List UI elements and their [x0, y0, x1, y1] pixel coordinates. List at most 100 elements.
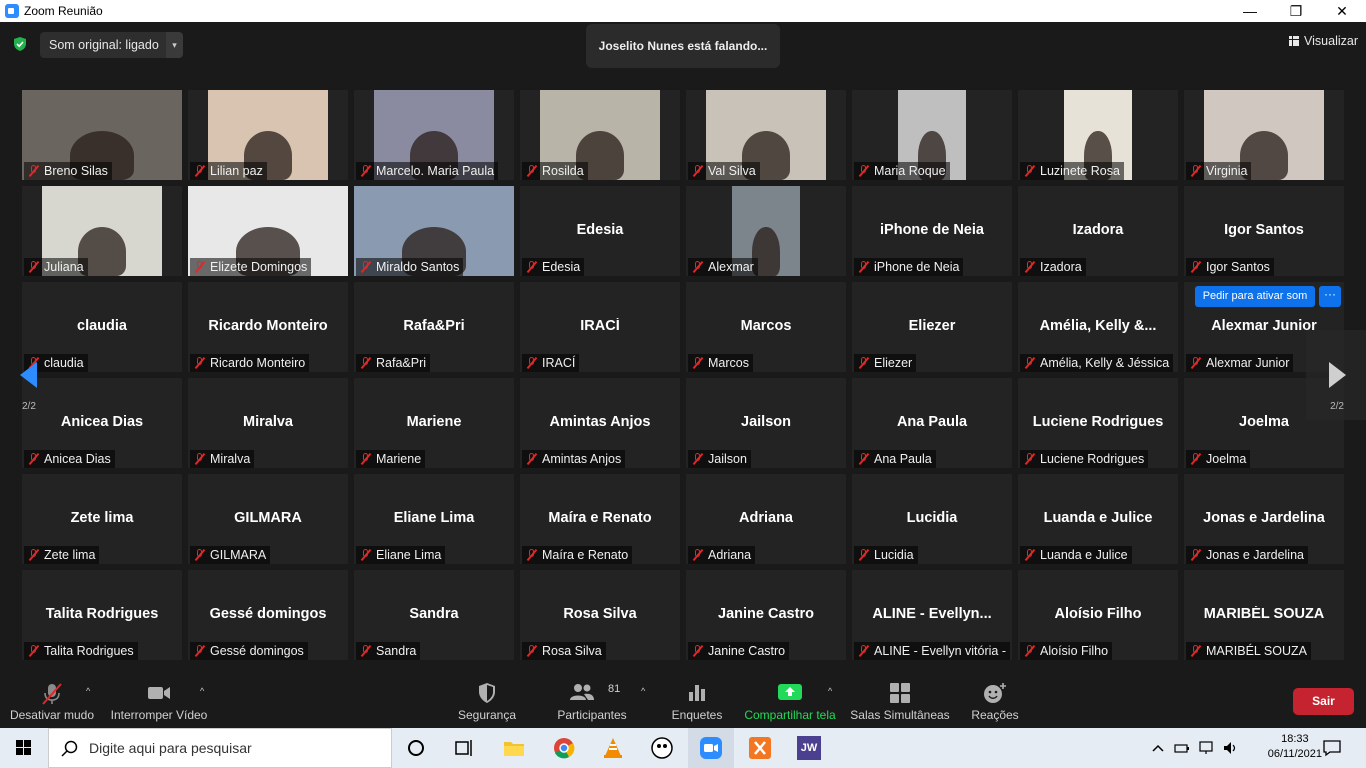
participant-tile[interactable]: Alexmar [686, 186, 846, 276]
participant-tile[interactable]: Lucidia Lucidia [852, 474, 1012, 564]
participant-tile[interactable]: Ricardo Monteiro Ricardo Monteiro [188, 282, 348, 372]
participant-tile[interactable]: Val Silva [686, 90, 846, 180]
participant-tile[interactable]: ALINE - Evellyn... ALINE - Evellyn vitóri… [852, 570, 1012, 660]
windows-start-icon[interactable] [0, 728, 48, 768]
participant-tile[interactable]: Janine Castro Janine Castro [686, 570, 846, 660]
participant-tile[interactable]: Talita Rodrigues Talita Rodrigues [22, 570, 182, 660]
taskbar-search-input[interactable]: Digite aqui para pesquisar [48, 728, 392, 768]
clock[interactable]: 18:33 06/11/2021 [1268, 732, 1322, 762]
participant-tile[interactable]: Aloísio Filho Aloísio Filho [1018, 570, 1178, 660]
participant-tile[interactable]: Eliezer Eliezer [852, 282, 1012, 372]
chevron-up-icon[interactable] [1150, 740, 1166, 756]
participant-tile[interactable]: Jonas e Jardelina Jonas e Jardelina [1184, 474, 1344, 564]
participant-tile[interactable]: Luanda e Julice Luanda e Julice [1018, 474, 1178, 564]
participant-tile[interactable]: Luciene Rodrigues Luciene Rodrigues [1018, 378, 1178, 468]
participant-tile[interactable]: Ana Paula Ana Paula [852, 378, 1012, 468]
participant-tile[interactable]: Gessé domingos Gessé domingos [188, 570, 348, 660]
participant-tile[interactable]: Maíra e Renato Maíra e Renato [520, 474, 680, 564]
participant-tile[interactable]: Igor Santos Igor Santos [1184, 186, 1344, 276]
participant-tile[interactable]: Zete lima Zete lima [22, 474, 182, 564]
participant-tile[interactable]: Rafa&Pri Rafa&Pri [354, 282, 514, 372]
animal-app-icon[interactable] [650, 736, 674, 760]
taskbar-zoom-active[interactable] [688, 728, 734, 768]
participant-tile[interactable]: Rosa Silva Rosa Silva [520, 570, 680, 660]
participant-name-label: Adriana [688, 546, 756, 564]
muted-microphone-icon [858, 357, 870, 369]
close-window-button[interactable]: ✕ [1319, 0, 1365, 22]
participant-tile[interactable]: IRACÍ IRACÍ [520, 282, 680, 372]
muted-microphone-icon [1024, 453, 1036, 465]
participant-tile[interactable]: Breno Silas [22, 90, 182, 180]
zoom-app-icon [5, 4, 19, 18]
notification-icon[interactable] [1322, 738, 1342, 758]
participant-tile[interactable]: GILMARA GILMARA [188, 474, 348, 564]
previous-page-button[interactable]: 2/2 [0, 330, 60, 420]
file-explorer-icon[interactable] [502, 736, 526, 760]
chrome-icon[interactable] [552, 736, 576, 760]
participant-display-name: Marcos [740, 318, 792, 334]
cortana-icon[interactable] [404, 736, 428, 760]
participant-tile[interactable]: Juliana [22, 186, 182, 276]
unmute-button[interactable]: Desativar mudo [6, 670, 98, 728]
participant-tile[interactable]: MARIBÉL SOUZA MARIBÉL SOUZA [1184, 570, 1344, 660]
vlc-icon[interactable] [601, 736, 625, 760]
participant-tile[interactable]: Adriana Adriana [686, 474, 846, 564]
participant-display-name: Rosa Silva [563, 606, 637, 622]
participants-icon [570, 684, 594, 700]
security-button[interactable]: Segurança [455, 670, 519, 728]
participant-tile[interactable]: iPhone de Neia iPhone de Neia [852, 186, 1012, 276]
participant-tile[interactable]: Sandra Sandra [354, 570, 514, 660]
original-sound-dropdown[interactable]: ▾ [166, 32, 183, 58]
xampp-icon[interactable] [748, 736, 772, 760]
video-options-caret[interactable]: ^ [200, 686, 204, 696]
participant-tile[interactable]: Mariene Mariene [354, 378, 514, 468]
participant-tile[interactable]: Miralva Miralva [188, 378, 348, 468]
participant-tile[interactable]: Izadora Izadora [1018, 186, 1178, 276]
network-icon[interactable] [1198, 740, 1216, 756]
participant-tile[interactable]: Luzinete Rosa [1018, 90, 1178, 180]
participants-options-caret[interactable]: ^ [641, 686, 645, 696]
participant-tile[interactable]: Eliane Lima Eliane Lima [354, 474, 514, 564]
participant-tile[interactable]: Lilian paz [188, 90, 348, 180]
audio-options-caret[interactable]: ^ [86, 686, 90, 696]
muted-microphone-icon [526, 645, 538, 657]
maximize-button[interactable]: ❐ [1273, 0, 1319, 22]
ask-to-unmute-button[interactable]: Pedir para ativar som [1195, 286, 1315, 307]
participant-tile[interactable]: Jailson Jailson [686, 378, 846, 468]
participant-name-text: Amintas Anjos [542, 452, 622, 466]
participant-tile[interactable]: Elizete Domingos [188, 186, 348, 276]
share-options-caret[interactable]: ^ [828, 686, 832, 696]
participant-name-label: Sandra [356, 642, 421, 660]
polls-button[interactable]: Enquetes [668, 670, 726, 728]
participant-name-text: Talita Rodrigues [44, 644, 134, 658]
jw-library-icon[interactable]: JW [797, 736, 821, 760]
next-page-button[interactable]: 2/2 [1306, 330, 1366, 420]
tile-more-options-button[interactable]: ··· [1319, 286, 1341, 307]
participant-display-name: Rafa&Pri [403, 318, 465, 334]
participant-tile[interactable]: Marcelo. Maria Paula [354, 90, 514, 180]
security-shield-icon [479, 683, 495, 703]
participant-tile[interactable]: Virginia [1184, 90, 1344, 180]
stop-video-label: Interromper Vídeo [110, 708, 208, 722]
original-sound-button[interactable]: Som original: ligado [40, 32, 166, 58]
participants-button[interactable]: 81 Participantes [552, 670, 632, 728]
stop-video-button[interactable]: Interromper Vídeo [108, 670, 210, 728]
participant-tile[interactable]: Amintas Anjos Amintas Anjos [520, 378, 680, 468]
task-view-icon[interactable] [452, 736, 476, 760]
participant-tile[interactable]: Marcos Marcos [686, 282, 846, 372]
volume-icon[interactable] [1222, 740, 1240, 756]
leave-meeting-button[interactable]: Sair [1293, 688, 1354, 715]
participant-name-label: GILMARA [190, 546, 271, 564]
battery-icon[interactable] [1174, 740, 1190, 756]
encryption-shield-icon[interactable] [12, 36, 28, 52]
reactions-button[interactable]: Reações [966, 670, 1024, 728]
breakout-rooms-button[interactable]: Salas Simultâneas [850, 670, 950, 728]
share-screen-button[interactable]: Compartilhar tela [742, 670, 838, 728]
participant-tile[interactable]: Miraldo Santos [354, 186, 514, 276]
view-button[interactable]: Visualizar [1289, 34, 1358, 48]
participant-tile[interactable]: Maria Roque [852, 90, 1012, 180]
participant-tile[interactable]: Edesia Edesia [520, 186, 680, 276]
participant-tile[interactable]: Rosilda [520, 90, 680, 180]
participant-tile[interactable]: Amélia, Kelly &... Amélia, Kelly & Jéssic… [1018, 282, 1178, 372]
minimize-button[interactable]: — [1227, 0, 1273, 22]
